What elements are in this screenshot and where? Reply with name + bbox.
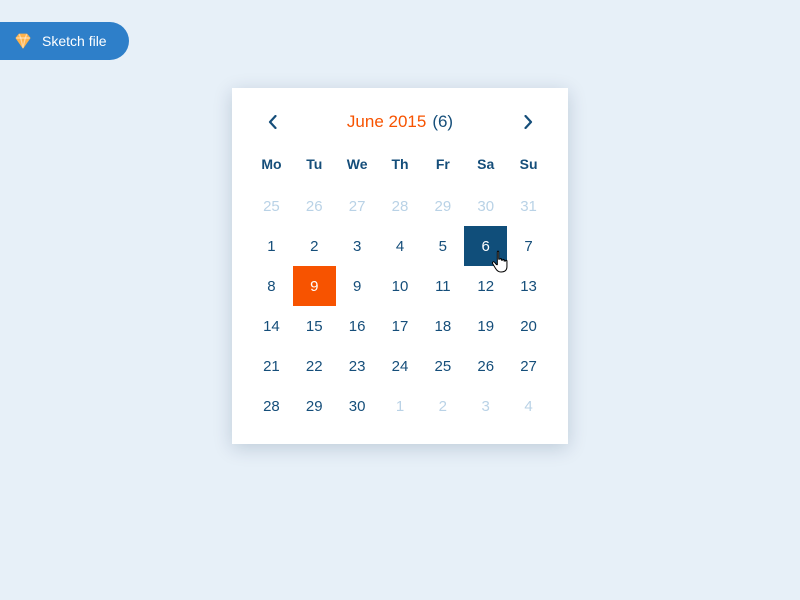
- days-grid: 2526272829303112345678991011121314151617…: [250, 186, 550, 426]
- day-cell[interactable]: 9: [336, 266, 379, 306]
- weekday-header-row: MoTuWeThFrSaSu: [250, 150, 550, 186]
- day-cell[interactable]: 28: [379, 186, 422, 226]
- day-cell[interactable]: 16: [336, 306, 379, 346]
- day-cell[interactable]: 8: [250, 266, 293, 306]
- day-cell[interactable]: 25: [250, 186, 293, 226]
- day-cell[interactable]: 12: [464, 266, 507, 306]
- day-cell[interactable]: 23: [336, 346, 379, 386]
- weekday-header: Su: [507, 150, 550, 186]
- day-cell[interactable]: 29: [421, 186, 464, 226]
- day-cell[interactable]: 18: [421, 306, 464, 346]
- day-cell[interactable]: 30: [464, 186, 507, 226]
- day-cell[interactable]: 3: [336, 226, 379, 266]
- day-cell[interactable]: 26: [293, 186, 336, 226]
- day-cell[interactable]: 21: [250, 346, 293, 386]
- day-cell[interactable]: 4: [507, 386, 550, 426]
- calendar-header: June 2015 (6): [250, 110, 550, 134]
- weekday-header: Th: [379, 150, 422, 186]
- day-cell[interactable]: 2: [293, 226, 336, 266]
- day-cell[interactable]: 24: [379, 346, 422, 386]
- selected-count: (6): [432, 112, 453, 132]
- next-month-button[interactable]: [516, 110, 540, 134]
- day-cell[interactable]: 28: [250, 386, 293, 426]
- weekday-header: Sa: [464, 150, 507, 186]
- day-cell[interactable]: 3: [464, 386, 507, 426]
- day-cell[interactable]: 17: [379, 306, 422, 346]
- prev-month-button[interactable]: [260, 110, 284, 134]
- day-cell[interactable]: 30: [336, 386, 379, 426]
- day-cell[interactable]: 11: [421, 266, 464, 306]
- day-cell[interactable]: 14: [250, 306, 293, 346]
- weekday-header: Mo: [250, 150, 293, 186]
- diamond-icon: [14, 32, 32, 50]
- day-cell[interactable]: 1: [250, 226, 293, 266]
- day-cell[interactable]: 13: [507, 266, 550, 306]
- day-cell[interactable]: 29: [293, 386, 336, 426]
- calendar-title: June 2015 (6): [347, 112, 453, 132]
- badge-label: Sketch file: [42, 33, 107, 49]
- day-cell[interactable]: 26: [464, 346, 507, 386]
- weekday-header: We: [336, 150, 379, 186]
- weekday-header: Fr: [421, 150, 464, 186]
- day-cell[interactable]: 20: [507, 306, 550, 346]
- day-cell[interactable]: 31: [507, 186, 550, 226]
- month-label: June 2015: [347, 112, 426, 132]
- day-cell[interactable]: 27: [336, 186, 379, 226]
- day-cell[interactable]: 19: [464, 306, 507, 346]
- day-cell[interactable]: 9: [293, 266, 336, 306]
- day-cell[interactable]: 4: [379, 226, 422, 266]
- day-cell[interactable]: 5: [421, 226, 464, 266]
- sketch-file-badge[interactable]: Sketch file: [0, 22, 129, 60]
- day-cell[interactable]: 7: [507, 226, 550, 266]
- weekday-header: Tu: [293, 150, 336, 186]
- day-cell[interactable]: 2: [421, 386, 464, 426]
- day-cell[interactable]: 25: [421, 346, 464, 386]
- day-cell[interactable]: 1: [379, 386, 422, 426]
- day-cell[interactable]: 15: [293, 306, 336, 346]
- day-cell[interactable]: 6: [464, 226, 507, 266]
- day-cell[interactable]: 10: [379, 266, 422, 306]
- calendar-card: June 2015 (6) MoTuWeThFrSaSu 25262728293…: [232, 88, 568, 444]
- day-cell[interactable]: 22: [293, 346, 336, 386]
- day-cell[interactable]: 27: [507, 346, 550, 386]
